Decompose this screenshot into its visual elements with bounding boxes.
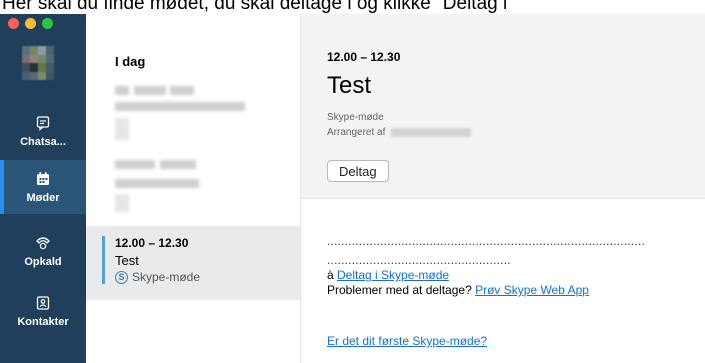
contacts-icon xyxy=(36,295,50,310)
event-time: 12.00 – 12.30 xyxy=(115,236,189,250)
first-meeting-link[interactable]: Er det dit første Skype-møde? xyxy=(327,334,487,348)
problem-text: Problemer med at deltage? xyxy=(327,283,476,297)
meeting-organizer: Arrangeret af xyxy=(327,127,472,138)
zoom-window-button[interactable] xyxy=(42,18,53,29)
sidebar-item-meetings[interactable]: Møder xyxy=(0,160,86,214)
redacted-text xyxy=(115,86,129,95)
separator-dots: ........................................… xyxy=(327,234,646,248)
meetings-list: I dag 12.00 – 12.30 Test S Skype-møde xyxy=(86,14,301,363)
problem-line: Problemer med at deltage? Prøv Skype Web… xyxy=(327,283,705,298)
list-item-meeting[interactable]: 12.00 – 12.30 Test S Skype-møde xyxy=(86,226,300,300)
redacted-text xyxy=(115,118,129,140)
meeting-title: Test xyxy=(327,72,372,99)
redacted-text xyxy=(115,194,129,212)
redacted-text xyxy=(115,102,245,111)
meeting-body: ........................................… xyxy=(327,234,705,298)
redacted-text xyxy=(115,179,199,188)
list-heading-today: I dag xyxy=(115,54,146,69)
join-prefix: à xyxy=(327,268,338,282)
avatar[interactable] xyxy=(22,46,54,80)
meeting-time: 12.00 – 12.30 xyxy=(327,50,401,64)
sidebar-item-label: Opkald xyxy=(24,255,62,268)
calendar-icon xyxy=(37,171,49,185)
sidebar: Chatsa... Møder Opkald Kontakter xyxy=(0,14,86,363)
redacted-text xyxy=(170,86,194,95)
skype-window: Chatsa... Møder Opkald Kontakter I dag 1… xyxy=(0,14,705,363)
web-app-link[interactable]: Prøv Skype Web App xyxy=(475,283,589,297)
sidebar-item-label: Chatsa... xyxy=(20,135,66,148)
event-type: S Skype-møde xyxy=(115,270,200,284)
event-title: Test xyxy=(115,253,139,268)
redacted-name xyxy=(391,128,472,137)
phone-icon xyxy=(36,236,50,249)
close-window-button[interactable] xyxy=(8,18,19,29)
sidebar-item-contacts[interactable]: Kontakter xyxy=(0,284,86,338)
separator-dots: ........................................… xyxy=(327,253,511,267)
sidebar-item-label: Møder xyxy=(26,191,60,204)
join-button[interactable]: Deltag xyxy=(327,160,389,182)
join-line: à Deltag i Skype-møde xyxy=(327,268,705,283)
chat-icon xyxy=(36,115,50,131)
event-type-label: Skype-møde xyxy=(132,270,201,284)
meeting-detail: 12.00 – 12.30 Test Skype-møde Arrangeret… xyxy=(301,14,705,363)
minimize-window-button[interactable] xyxy=(25,18,36,29)
sidebar-item-calls[interactable]: Opkald xyxy=(0,224,86,278)
redacted-text xyxy=(115,160,155,169)
redacted-text xyxy=(134,86,166,95)
sidebar-item-chats[interactable]: Chatsa... xyxy=(0,104,86,158)
sidebar-item-label: Kontakter xyxy=(17,315,69,328)
skype-icon: S xyxy=(115,270,128,284)
redacted-text xyxy=(160,160,196,169)
meeting-header: 12.00 – 12.30 Test Skype-møde Arrangeret… xyxy=(301,14,705,199)
organizer-label: Arrangeret af xyxy=(327,127,386,138)
window-controls xyxy=(8,18,53,29)
join-skype-link[interactable]: Deltag i Skype-møde xyxy=(337,268,449,282)
meeting-type: Skype-møde xyxy=(327,112,384,123)
event-color-bar xyxy=(102,236,105,284)
